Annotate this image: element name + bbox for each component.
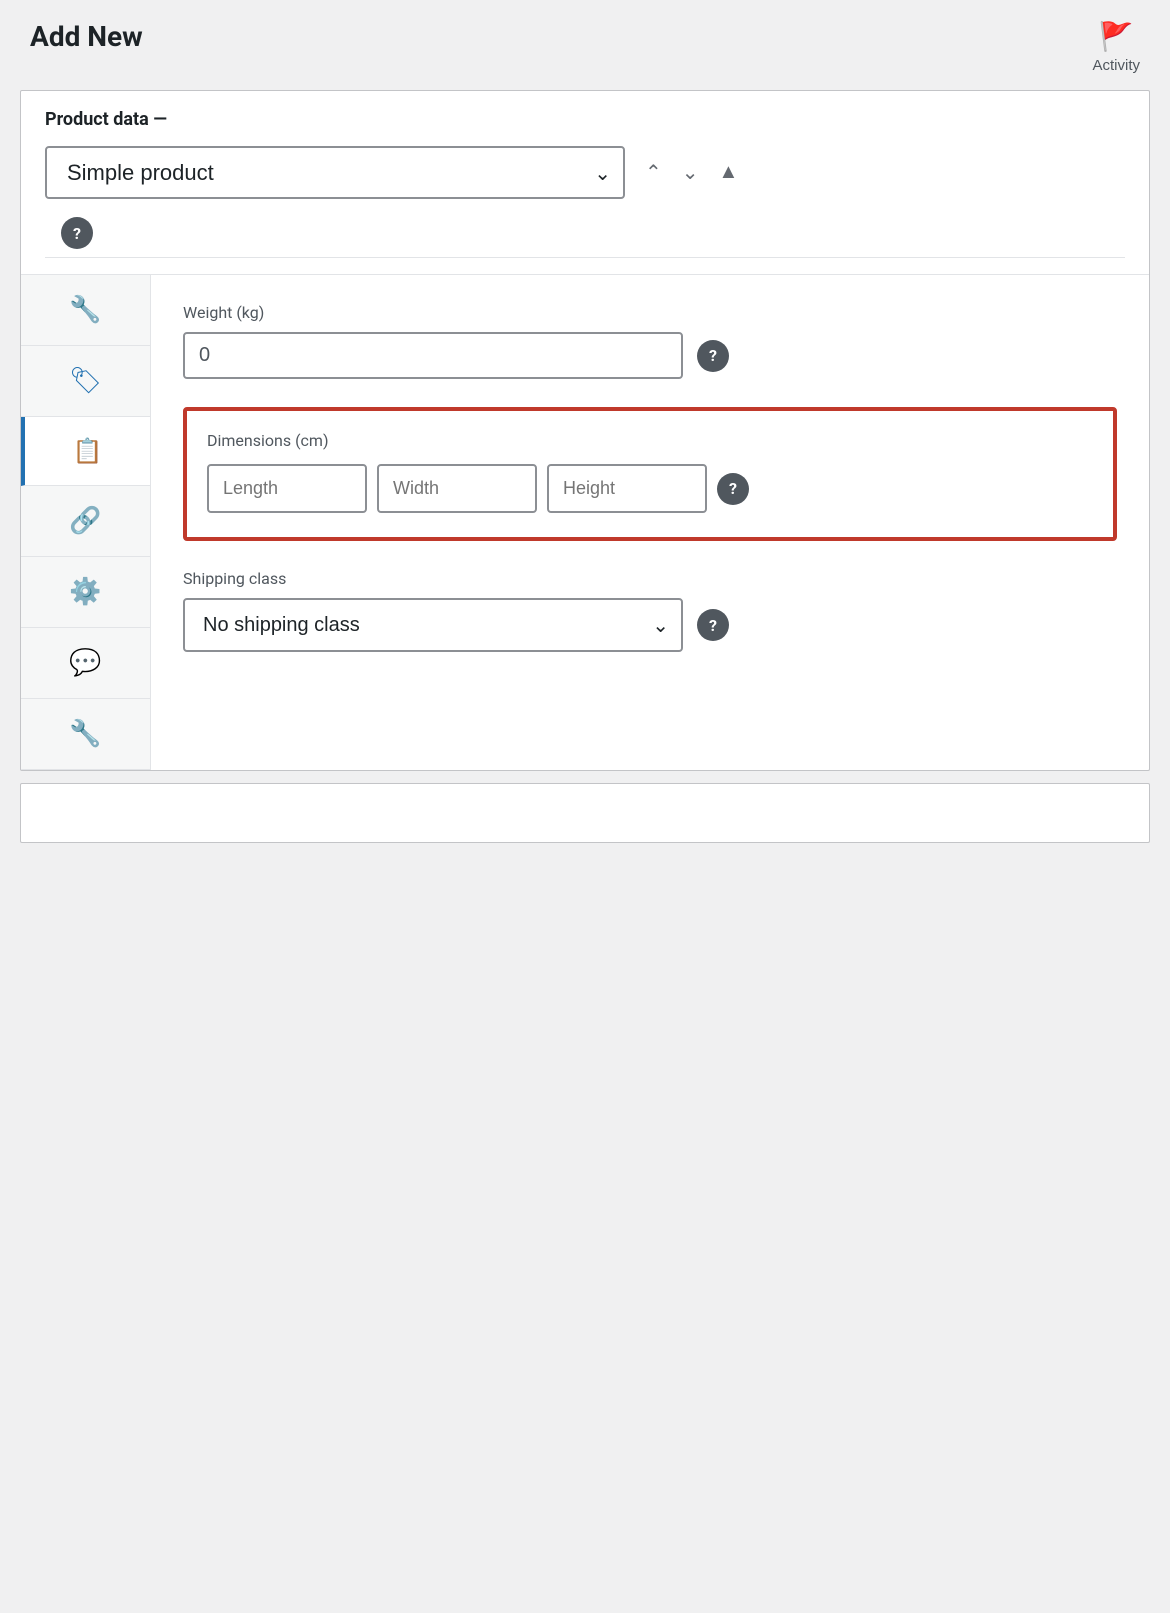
weight-field-row: ? — [183, 332, 1117, 379]
dimensions-inputs: ? — [207, 464, 1093, 513]
sidebar: 🔧 🏷 📋 🔗 ⚙️ 💬 🔧 — [21, 275, 151, 770]
dimensions-highlight-box: Dimensions (cm) ? — [183, 407, 1117, 541]
width-input[interactable] — [377, 464, 537, 513]
tag-icon: 🏷 — [69, 366, 102, 396]
height-input[interactable] — [547, 464, 707, 513]
main-content: Product data — Simple product Variable p… — [0, 90, 1170, 843]
flag-icon: 🚩 — [1099, 20, 1134, 53]
sidebar-item-advanced[interactable]: 🔧 — [21, 699, 150, 770]
shipping-class-label: Shipping class — [183, 569, 1117, 588]
weight-help-icon[interactable]: ? — [697, 340, 729, 372]
product-type-select[interactable]: Simple product Variable product Grouped … — [45, 146, 625, 199]
product-type-row: Simple product Variable product Grouped … — [45, 146, 1125, 199]
weight-label: Weight (kg) — [183, 303, 1117, 322]
page-header: Add New 🚩 Activity — [0, 0, 1170, 90]
activity-label: Activity — [1092, 57, 1140, 74]
gear-icon: ⚙️ — [69, 577, 101, 607]
shipping-class-row: No shipping class ⌄ ? — [183, 598, 1117, 652]
sort-up-button[interactable]: ⌃ — [637, 154, 670, 191]
sort-controls: ⌃ ⌄ ▲ — [637, 154, 746, 191]
link-icon: 🔗 — [69, 506, 101, 536]
weight-input[interactable] — [183, 332, 683, 379]
sidebar-item-general[interactable]: 🔧 — [21, 275, 150, 346]
product-data-title: Product data — — [45, 109, 1125, 130]
product-data-header: Product data — Simple product Variable p… — [21, 91, 1149, 275]
length-input[interactable] — [207, 464, 367, 513]
weight-field-group: Weight (kg) ? — [183, 303, 1117, 379]
sidebar-item-linked[interactable]: 🔗 — [21, 486, 150, 557]
shipping-select-wrapper: No shipping class ⌄ — [183, 598, 683, 652]
advanced-wrench-icon: 🔧 — [69, 719, 101, 749]
shipping-class-field-group: Shipping class No shipping class ⌄ ? — [183, 569, 1117, 652]
tab-help-icon[interactable]: ? — [45, 209, 109, 257]
product-data-card: Product data — Simple product Variable p… — [20, 90, 1150, 771]
page-title: Add New — [30, 20, 143, 53]
sidebar-item-inventory[interactable]: 🏷 — [21, 346, 150, 417]
dimensions-label: Dimensions (cm) — [207, 431, 1093, 450]
dimensions-help-icon[interactable]: ? — [717, 473, 749, 505]
wrench-icon: 🔧 — [69, 295, 101, 325]
sidebar-item-whatsapp[interactable]: 💬 — [21, 628, 150, 699]
bottom-card — [20, 783, 1150, 843]
shipping-help-icon[interactable]: ? — [697, 609, 729, 641]
sidebar-item-attributes[interactable]: ⚙️ — [21, 557, 150, 628]
sort-expand-button[interactable]: ▲ — [711, 155, 747, 190]
product-data-body: 🔧 🏷 📋 🔗 ⚙️ 💬 🔧 — [21, 275, 1149, 770]
panel-content: Weight (kg) ? Dimensions (cm) ? — [151, 275, 1149, 770]
shipping-icon: 📋 — [73, 437, 103, 465]
sort-down-button[interactable]: ⌄ — [674, 154, 707, 191]
shipping-class-select[interactable]: No shipping class — [183, 598, 683, 652]
whatsapp-icon: 💬 — [69, 648, 101, 678]
product-data-tabs: ? — [45, 199, 1125, 258]
activity-button[interactable]: 🚩 Activity — [1092, 20, 1140, 74]
sidebar-item-shipping[interactable]: 📋 — [21, 417, 150, 486]
question-icon: ? — [61, 217, 93, 249]
product-type-select-wrapper: Simple product Variable product Grouped … — [45, 146, 625, 199]
